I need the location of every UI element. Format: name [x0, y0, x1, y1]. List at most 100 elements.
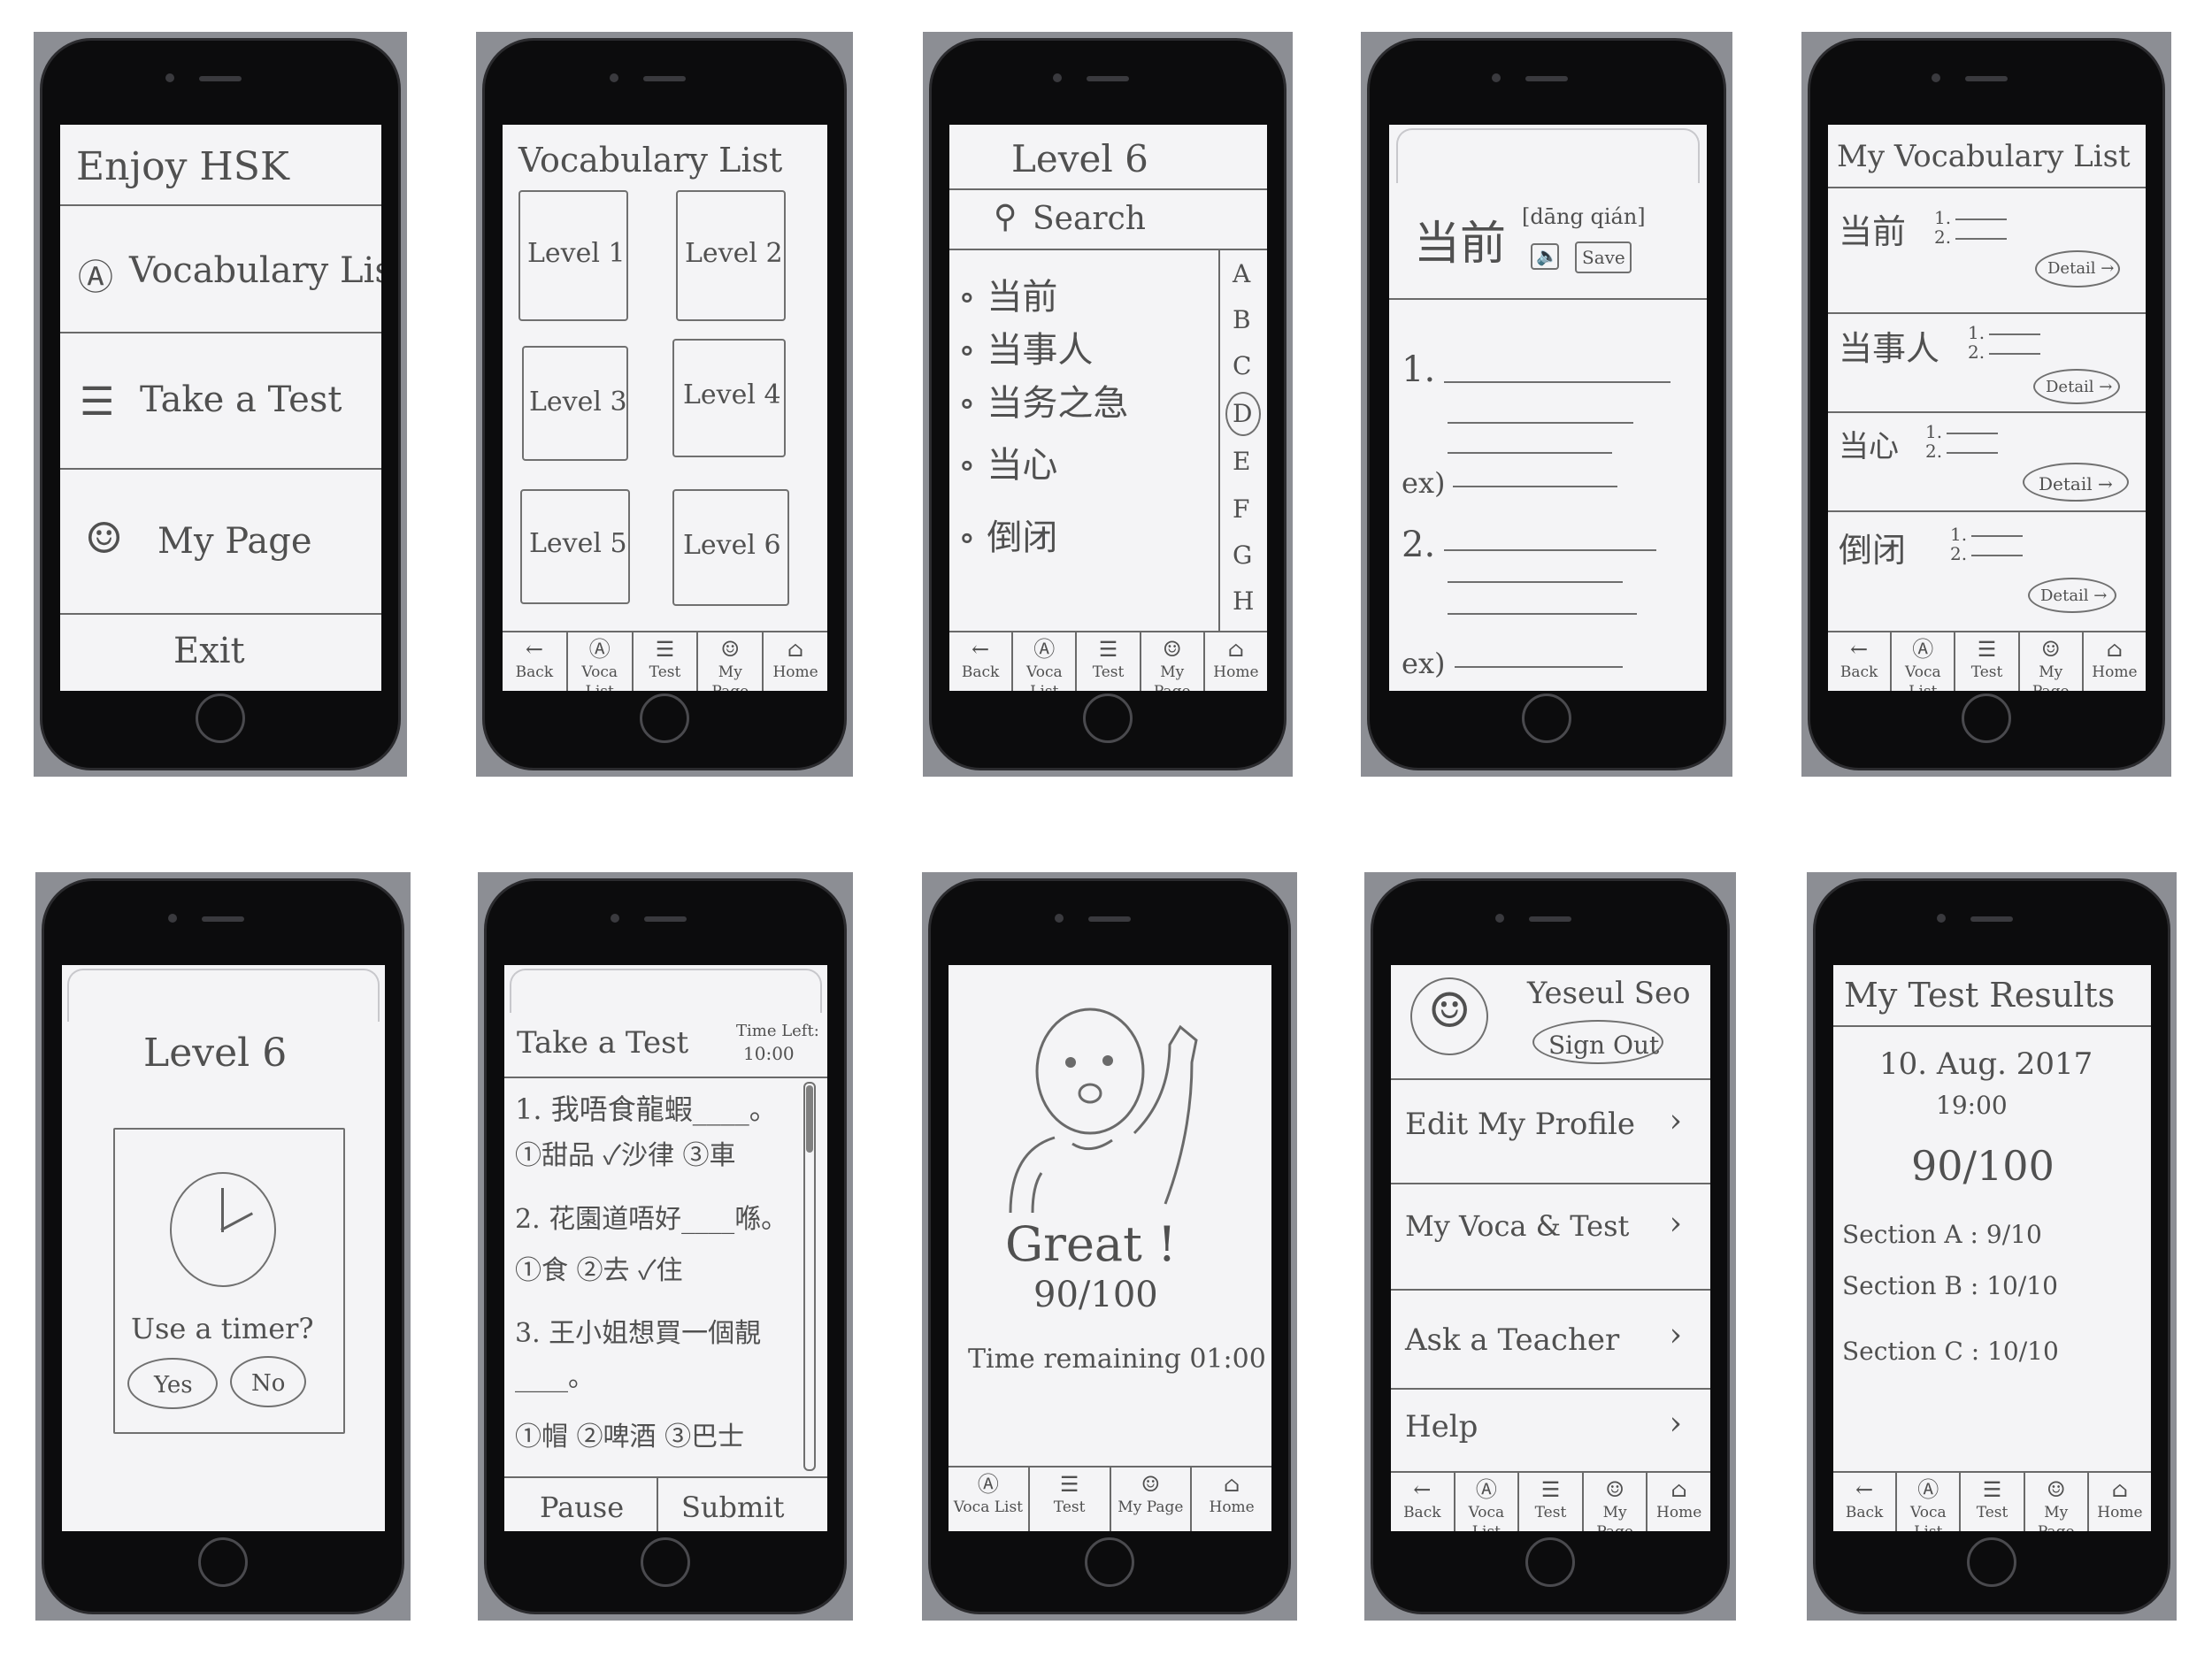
sign-out-button[interactable]: Sign Out: [1532, 1020, 1663, 1064]
tab-back[interactable]: ← Back: [1391, 1473, 1455, 1531]
tab-back[interactable]: ← Back: [1833, 1473, 1898, 1531]
page-title: Vocabulary List: [518, 141, 783, 180]
menu-item-label: Take a Test: [140, 379, 342, 420]
tab-test[interactable]: ☰ Test: [1519, 1473, 1584, 1531]
person-icon: ☺: [85, 514, 124, 563]
level-1-tile[interactable]: Level 1: [518, 190, 628, 321]
page-title: My Test Results: [1844, 976, 2116, 1015]
tab-back[interactable]: ← Back: [503, 632, 568, 691]
home-button[interactable]: [1962, 694, 2011, 743]
chevron-right-icon: ›: [1669, 1103, 1682, 1139]
menu-item-edit-my-profile[interactable]: Edit My Profile ›: [1391, 1080, 1710, 1183]
tab-my-page[interactable]: ☺My Page: [1141, 632, 1205, 691]
detail-button[interactable]: Detail →: [2035, 250, 2120, 287]
tab-home[interactable]: ⌂ Home: [1192, 1468, 1271, 1531]
search-field[interactable]: ⚲ Search: [994, 197, 1215, 241]
vocabulary-icon: Ⓐ: [78, 257, 113, 298]
home-button[interactable]: [196, 694, 245, 743]
word-item[interactable]: ∘ 当前: [958, 268, 1057, 319]
vocab-entry: 倒闭 1. 2. Detail →: [1828, 512, 2146, 627]
home-button[interactable]: [1525, 1537, 1575, 1587]
tab-voca-list[interactable]: ⒶVoca List: [1892, 632, 1956, 691]
timer-dialog: Use a timer? Yes No: [113, 1128, 345, 1434]
tab-home[interactable]: ⌂ Home: [1205, 632, 1267, 691]
front-camera-icon: [165, 73, 174, 82]
home-button[interactable]: [640, 694, 689, 743]
menu-item-vocabulary-list[interactable]: Ⓐ Vocabulary List: [60, 206, 381, 332]
home-button[interactable]: [1967, 1537, 2016, 1587]
tab-home[interactable]: ⌂ Home: [764, 632, 827, 691]
tab-voca-list[interactable]: ⒶVoca List: [949, 1468, 1030, 1531]
detail-button[interactable]: Detail →: [2023, 463, 2129, 502]
home-button[interactable]: [198, 1537, 248, 1587]
menu-item-label: Vocabulary List: [129, 250, 381, 291]
home-button[interactable]: [1522, 694, 1571, 743]
home-button[interactable]: [641, 1537, 690, 1587]
pause-button[interactable]: Pause: [504, 1478, 658, 1531]
word-item[interactable]: ∘ 当务之急: [958, 374, 1128, 425]
detail-button[interactable]: Detail →: [2033, 369, 2120, 404]
tab-voca-list[interactable]: ⒶVoca List: [1013, 632, 1078, 691]
tab-voca-list[interactable]: ⒶVoca List: [1455, 1473, 1520, 1531]
tab-home[interactable]: ⌂ Home: [2089, 1473, 2151, 1531]
word-item[interactable]: ∘ 倒闭: [958, 509, 1057, 560]
example-label: ex): [1402, 647, 1446, 680]
submit-button[interactable]: Submit: [660, 1478, 827, 1531]
tab-test[interactable]: ☰ Test: [634, 632, 699, 691]
tab-my-page[interactable]: ☺My Page: [2025, 1473, 2089, 1531]
tab-test[interactable]: ☰ Test: [1077, 632, 1141, 691]
tab-my-page[interactable]: ☺My Page: [1111, 1468, 1193, 1531]
status-bar-sketch: [510, 969, 822, 1013]
question-options[interactable]: ①甜品 ✓沙律 ③車: [515, 1133, 736, 1172]
tab-back[interactable]: ← Back: [949, 632, 1014, 691]
level-4-tile[interactable]: Level 4: [672, 339, 786, 457]
menu-item-ask-a-teacher[interactable]: Ask a Teacher ›: [1391, 1291, 1710, 1388]
tab-my-page[interactable]: ☺My Page: [698, 632, 764, 691]
tab-home[interactable]: ⌂ Home: [2084, 632, 2146, 691]
tab-test[interactable]: ☰ Test: [1955, 632, 2020, 691]
house-icon: ⌂: [2106, 637, 2124, 662]
tab-back[interactable]: ← Back: [1828, 632, 1893, 691]
word-item[interactable]: ∘ 当心: [958, 436, 1057, 487]
level-3-tile[interactable]: Level 3: [522, 346, 628, 461]
exit-button[interactable]: Exit: [173, 631, 245, 671]
test-document-icon: ☰: [1098, 637, 1118, 662]
result-message: Great !: [1005, 1216, 1177, 1272]
tab-voca-list[interactable]: ⒶVoca List: [1897, 1473, 1962, 1531]
menu-item-my-page[interactable]: ☺ My Page: [60, 470, 381, 611]
save-button[interactable]: Save: [1575, 241, 1632, 273]
home-button[interactable]: [1083, 694, 1133, 743]
screen-home: Enjoy HSK Ⓐ Vocabulary List ☰ Take a Tes…: [60, 125, 381, 691]
question-options[interactable]: ①食 ②去 ✓住: [515, 1248, 683, 1287]
tab-my-page[interactable]: ☺My Page: [1584, 1473, 1648, 1531]
yes-button[interactable]: Yes: [127, 1358, 218, 1409]
tab-test[interactable]: ☰ Test: [1030, 1468, 1111, 1531]
home-button[interactable]: [1085, 1537, 1134, 1587]
tab-test[interactable]: ☰ Test: [1961, 1473, 2025, 1531]
detail-button[interactable]: Detail →: [2028, 578, 2116, 613]
scrollbar-thumb[interactable]: [806, 1085, 813, 1153]
alphabet-index[interactable]: A B C D E F G H: [1218, 250, 1267, 631]
level-2-tile[interactable]: Level 2: [676, 190, 786, 321]
scrollbar[interactable]: [803, 1082, 816, 1471]
tab-home[interactable]: ⌂ Home: [1647, 1473, 1710, 1531]
tab-my-page[interactable]: ☺My Page: [2020, 632, 2084, 691]
no-button[interactable]: No: [230, 1356, 306, 1407]
word-heading: 当前: [1414, 218, 1507, 271]
menu-item-help[interactable]: Help ›: [1391, 1390, 1710, 1469]
menu-item-take-a-test[interactable]: ☰ Take a Test: [60, 333, 381, 466]
test-document-icon: ☰: [1982, 1477, 2002, 1502]
tab-voca-list[interactable]: ⒶVoca List: [568, 632, 634, 691]
question-options[interactable]: ①帽 ②啤酒 ③巴士: [515, 1414, 744, 1453]
level-5-tile[interactable]: Level 5: [520, 489, 630, 604]
word-item[interactable]: ∘ 当事人: [958, 321, 1093, 372]
menu-item-my-voca-test[interactable]: My Voca & Test ›: [1391, 1184, 1710, 1289]
phone-word-detail: 当前 [dāng qián] 🔈 Save 1. ex) 2. ex): [1361, 32, 1732, 777]
vocabulary-icon: Ⓐ: [977, 1472, 999, 1497]
bottom-tab-bar: ←Back ⒶVoca List ☰Test ☺My Page ⌂Home: [1828, 631, 2146, 691]
speaker-button[interactable]: 🔈: [1531, 243, 1559, 270]
avatar[interactable]: ☺: [1410, 977, 1488, 1055]
example-label: ex): [1402, 466, 1446, 500]
level-6-tile[interactable]: Level 6: [672, 489, 789, 606]
house-icon: ⌂: [787, 637, 804, 662]
